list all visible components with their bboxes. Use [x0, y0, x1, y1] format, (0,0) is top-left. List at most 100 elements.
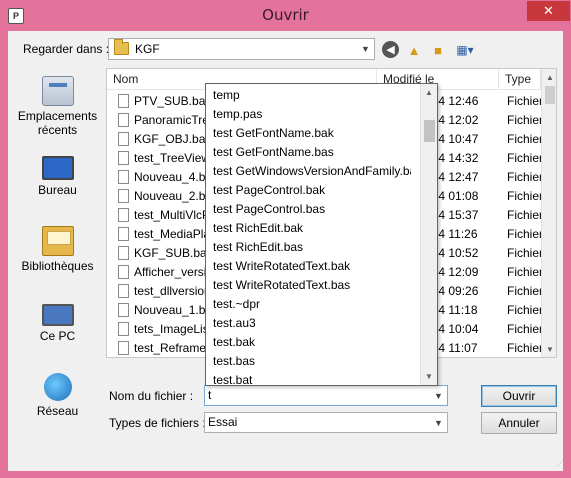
file-icon: [118, 113, 129, 127]
back-icon[interactable]: ◀: [382, 41, 399, 58]
place-desktop[interactable]: Bureau: [14, 152, 101, 197]
file-name: test_dllversion: [134, 284, 210, 298]
file-name: test_ReframeP: [134, 341, 210, 355]
autocomplete-item[interactable]: test GetWindowsVersionAndFamily.bas: [206, 162, 411, 181]
open-dialog-window: P Ouvrir ✕ Regarder dans : KGF ▼ ◀ ▲ ■ ▦…: [0, 0, 571, 478]
file-name: Nouveau_2.ba: [134, 189, 210, 203]
file-icon: [118, 284, 129, 298]
new-folder-icon[interactable]: ■: [429, 41, 447, 59]
places-bar: Emplacements récents Bureau Bibliothèque…: [14, 68, 101, 418]
title-bar[interactable]: P Ouvrir ✕: [0, 0, 571, 32]
computer-icon: [41, 304, 74, 326]
file-type: Fichier: [507, 284, 544, 298]
autocomplete-item[interactable]: test.bas: [206, 352, 411, 371]
file-icon: [118, 94, 129, 108]
autocomplete-item[interactable]: test.au3: [206, 314, 411, 333]
file-type: Fichier: [507, 322, 544, 336]
file-type: Fichier: [507, 189, 544, 203]
filetype-value: Essai: [208, 415, 238, 429]
place-label: Réseau: [36, 404, 79, 418]
filetype-label: Types de fichiers :: [109, 416, 206, 430]
autocomplete-item[interactable]: test WriteRotatedText.bak: [206, 257, 411, 276]
filename-value: t: [208, 388, 212, 402]
file-icon: [118, 322, 129, 336]
filetype-dropdown[interactable]: Essai ▼: [204, 412, 448, 433]
filename-label: Nom du fichier :: [109, 389, 194, 403]
file-icon: [118, 170, 129, 184]
file-icon: [118, 189, 129, 203]
file-name: Nouveau_1.ba: [134, 303, 210, 317]
file-type: Fichier: [507, 151, 544, 165]
resize-grip-icon[interactable]: ⋰: [557, 459, 565, 467]
place-recent[interactable]: Emplacements récents: [14, 76, 101, 137]
file-type: Fichier: [507, 265, 544, 279]
file-type: Fichier: [507, 303, 544, 317]
file-type: Fichier: [507, 170, 544, 184]
file-icon: [118, 303, 129, 317]
chevron-down-icon[interactable]: ▼: [357, 39, 374, 59]
file-list-scrollbar[interactable]: ▲ ▼: [541, 69, 556, 357]
open-button[interactable]: Ouvrir: [481, 385, 557, 407]
file-icon: [118, 246, 129, 260]
autocomplete-item[interactable]: test PageControl.bak: [206, 181, 411, 200]
file-name: KGF_OBJ.bas: [134, 132, 210, 146]
file-name: Afficher_versio: [134, 265, 210, 279]
autocomplete-item[interactable]: test RichEdit.bas: [206, 238, 411, 257]
file-name: test_MediaPlay: [134, 227, 210, 241]
desktop-icon: [41, 156, 74, 180]
file-icon: [118, 227, 129, 241]
file-icon: [118, 132, 129, 146]
autocomplete-item[interactable]: temp: [206, 86, 411, 105]
file-name: PanoramicTree: [134, 113, 210, 127]
scroll-up-icon[interactable]: ▲: [421, 84, 437, 100]
autocomplete-item[interactable]: test.bak: [206, 333, 411, 352]
file-type: Fichier: [507, 227, 544, 241]
up-folder-icon[interactable]: ▲: [405, 41, 423, 59]
scroll-down-icon[interactable]: ▼: [421, 368, 437, 384]
chevron-down-icon[interactable]: ▼: [430, 386, 447, 406]
close-button[interactable]: ✕: [527, 1, 570, 21]
folder-icon: [114, 39, 129, 55]
scroll-thumb[interactable]: [424, 120, 435, 142]
autocomplete-dropdown[interactable]: temp temp.pas test GetFontName.bak test …: [205, 83, 438, 386]
libraries-icon: [41, 226, 74, 256]
place-label: récents: [37, 123, 78, 137]
file-type: Fichier: [507, 113, 544, 127]
file-name: test_MultiVlcP: [134, 208, 210, 222]
autocomplete-item[interactable]: test.~dpr: [206, 295, 411, 314]
cancel-button[interactable]: Annuler: [481, 412, 557, 434]
chevron-down-icon[interactable]: ▼: [430, 413, 447, 433]
file-name: Nouveau_4.ba: [134, 170, 210, 184]
autocomplete-scrollbar[interactable]: ▲ ▼: [420, 84, 437, 385]
lookin-dropdown[interactable]: KGF ▼: [108, 38, 375, 60]
place-libraries[interactable]: Bibliothèques: [14, 226, 101, 273]
place-this-pc[interactable]: Ce PC: [14, 300, 101, 343]
file-type: Fichier: [507, 132, 544, 146]
file-type: Fichier: [507, 246, 544, 260]
place-label: Bureau: [38, 183, 77, 197]
autocomplete-item[interactable]: test.bat: [206, 371, 411, 385]
column-header-type[interactable]: Type: [499, 69, 541, 89]
scroll-up-icon[interactable]: ▲: [542, 69, 556, 85]
scroll-thumb[interactable]: [545, 86, 555, 104]
network-icon: [43, 373, 72, 401]
autocomplete-item[interactable]: test GetFontName.bak: [206, 124, 411, 143]
views-menu-icon[interactable]: ▦▾: [452, 41, 478, 59]
file-icon: [118, 265, 129, 279]
file-type: Fichier: [507, 94, 544, 108]
autocomplete-item[interactable]: test GetFontName.bas: [206, 143, 411, 162]
dialog-body: Regarder dans : KGF ▼ ◀ ▲ ■ ▦▾ Emplaceme…: [8, 31, 565, 471]
filename-input[interactable]: t ▼: [204, 385, 448, 406]
scroll-down-icon[interactable]: ▼: [542, 341, 556, 357]
file-icon: [118, 341, 129, 355]
autocomplete-item[interactable]: temp.pas: [206, 105, 411, 124]
file-name: PTV_SUB.bas: [134, 94, 210, 108]
autocomplete-item[interactable]: test WriteRotatedText.bas: [206, 276, 411, 295]
file-name: tets_ImageList: [134, 322, 210, 336]
place-label: Emplacements: [17, 109, 98, 123]
autocomplete-item[interactable]: test RichEdit.bak: [206, 219, 411, 238]
autocomplete-item[interactable]: test PageControl.bas: [206, 200, 411, 219]
lookin-value: KGF: [135, 42, 160, 56]
place-label: Bibliothèques: [21, 259, 94, 273]
place-network[interactable]: Réseau: [14, 373, 101, 418]
